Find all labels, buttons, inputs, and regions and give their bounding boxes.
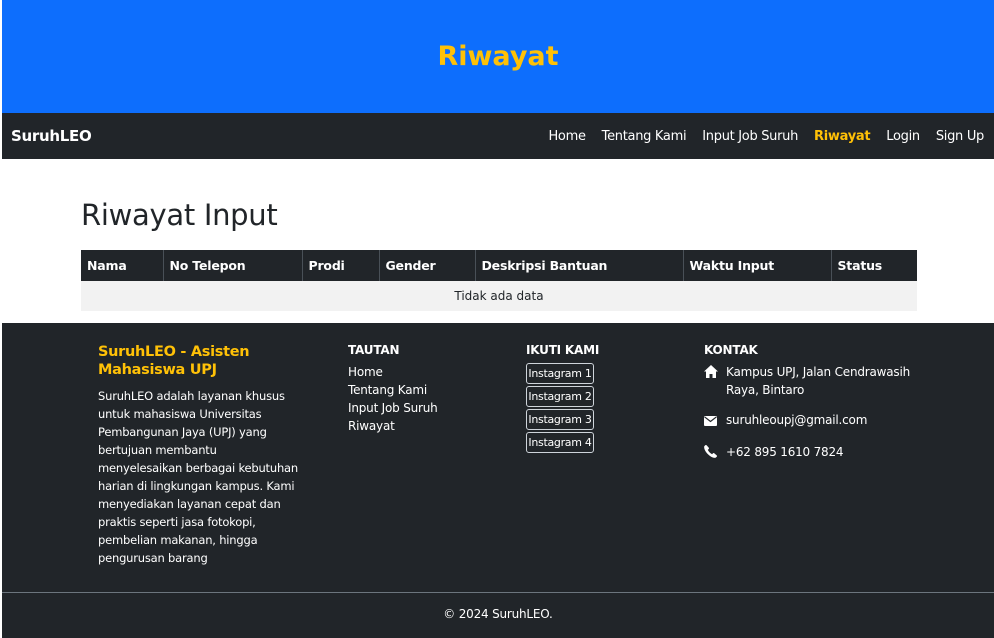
contact-address-text: Kampus UPJ, Jalan Cendrawasih Raya, Bint… — [726, 365, 911, 397]
footer-contact-heading: KONTAK — [704, 343, 758, 357]
footer-about-title: SuruhLEO - Asisten Mahasiswa UPJ — [98, 344, 250, 378]
hero-title: Riwayat — [437, 41, 559, 72]
phone-icon — [704, 443, 726, 463]
contact-phone: +62 895 1610 7824 — [704, 443, 914, 463]
instagram-4-button[interactable]: Instagram 4 — [526, 432, 594, 453]
contact-email: suruhleoupj@gmail.com — [704, 411, 914, 431]
instagram-3-button[interactable]: Instagram 3 — [526, 409, 594, 430]
footer-link-riwayat[interactable]: Riwayat — [348, 417, 438, 435]
column-header-nama: Nama — [81, 250, 164, 281]
nav-item-tentang-kami[interactable]: Tentang Kami — [602, 129, 687, 144]
nav-item-riwayat[interactable]: Riwayat — [814, 129, 871, 144]
table-header-row: Nama No Telepon Prodi Gender Deskripsi B… — [81, 250, 917, 281]
column-header-prodi: Prodi — [302, 250, 380, 281]
table-row: Tidak ada data — [81, 281, 917, 311]
footer-link-input-job-suruh[interactable]: Input Job Suruh — [348, 399, 438, 417]
column-header-gender: Gender — [379, 250, 476, 281]
column-header-status: Status — [831, 250, 917, 281]
navbar-brand[interactable]: SuruhLEO — [11, 127, 92, 145]
nav-item-home[interactable]: Home — [548, 129, 586, 144]
footer-social: IKUTI KAMI Instagram 1 Instagram 2 Insta… — [526, 343, 599, 455]
column-header-deskripsi-bantuan: Deskripsi Bantuan — [475, 250, 684, 281]
hero-banner: Riwayat — [2, 0, 994, 113]
envelope-icon — [704, 411, 726, 431]
footer-link-home[interactable]: Home — [348, 363, 438, 381]
footer-about-text: SuruhLEO adalah layanan khusus untuk mah… — [98, 389, 298, 565]
column-header-no-telepon: No Telepon — [163, 250, 303, 281]
copyright-text: © 2024 SuruhLEO. — [443, 607, 553, 621]
navbar: SuruhLEO Home Tentang Kami Input Job Sur… — [2, 113, 994, 159]
footer-social-heading: IKUTI KAMI — [526, 343, 600, 357]
nav-menu: Home Tentang Kami Input Job Suruh Riwaya… — [532, 129, 984, 144]
contact-phone-text: +62 895 1610 7824 — [726, 445, 844, 459]
instagram-1-button[interactable]: Instagram 1 — [526, 363, 594, 384]
page-title: Riwayat Input — [81, 198, 278, 232]
footer-divider — [2, 592, 994, 593]
footer-link-tentang-kami[interactable]: Tentang Kami — [348, 381, 438, 399]
footer-links: TAUTAN Home Tentang Kami Input Job Suruh… — [348, 343, 438, 435]
nav-item-input-job-suruh[interactable]: Input Job Suruh — [702, 129, 798, 144]
column-header-waktu-input: Waktu Input — [683, 250, 832, 281]
contact-email-text: suruhleoupj@gmail.com — [726, 413, 868, 427]
instagram-2-button[interactable]: Instagram 2 — [526, 386, 594, 407]
nav-item-login[interactable]: Login — [886, 129, 920, 144]
nav-item-sign-up[interactable]: Sign Up — [936, 129, 984, 144]
footer-contact: KONTAK Kampus UPJ, Jalan Cendrawasih Ray… — [704, 343, 914, 475]
contact-address: Kampus UPJ, Jalan Cendrawasih Raya, Bint… — [704, 363, 914, 399]
footer-about: SuruhLEO - Asisten Mahasiswa UPJ SuruhLE… — [98, 343, 298, 567]
history-table: Nama No Telepon Prodi Gender Deskripsi B… — [81, 250, 917, 311]
home-icon — [704, 363, 726, 383]
empty-table-message: Tidak ada data — [81, 281, 917, 311]
footer-links-heading: TAUTAN — [348, 343, 400, 357]
footer: SuruhLEO - Asisten Mahasiswa UPJ SuruhLE… — [2, 323, 994, 638]
